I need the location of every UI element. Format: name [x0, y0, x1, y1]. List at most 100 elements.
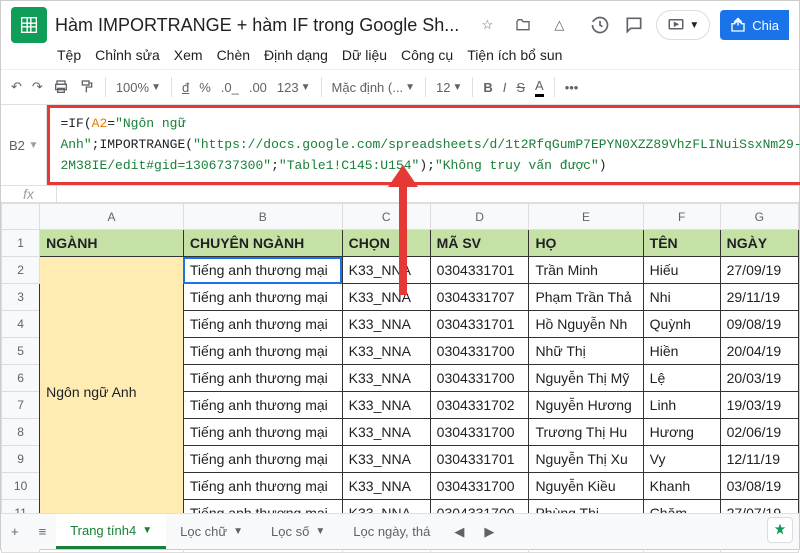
row-header-5[interactable]: 5 [2, 338, 40, 365]
menu-addons[interactable]: Tiện ích bổ sun [467, 47, 562, 63]
menu-edit[interactable]: Chỉnh sửa [95, 47, 160, 63]
cell[interactable]: 12/11/19 [720, 446, 798, 473]
cell-nganh-merged[interactable]: Ngôn ngữ Anh [40, 257, 184, 527]
cell[interactable]: Trương Thị Hu [529, 419, 643, 446]
cell[interactable]: K33_NNA [342, 311, 430, 338]
cell[interactable]: Quỳnh [643, 311, 720, 338]
menu-tools[interactable]: Công cụ [401, 47, 453, 63]
cell[interactable]: 0304331700 [430, 365, 529, 392]
col-header-E[interactable]: E [529, 204, 643, 230]
font-size-dropdown[interactable]: 12 ▼ [436, 80, 462, 95]
cell[interactable]: 0304331700 [430, 419, 529, 446]
explore-button[interactable] [767, 517, 793, 543]
row-header-3[interactable]: 3 [2, 284, 40, 311]
cell[interactable]: Tiếng anh thương mại [183, 419, 342, 446]
font-dropdown[interactable]: Mặc định (... ▼ [332, 80, 415, 95]
cell[interactable]: K33_NNA [342, 284, 430, 311]
scroll-left-icon[interactable]: ◀ [444, 514, 474, 549]
cell[interactable]: 0304331700 [430, 473, 529, 500]
menu-file[interactable]: Tệp [57, 47, 81, 63]
history-icon[interactable] [588, 13, 612, 37]
col-header-D[interactable]: D [430, 204, 529, 230]
cell[interactable]: 09/08/19 [720, 311, 798, 338]
percent-button[interactable]: % [199, 80, 211, 95]
cell[interactable]: Tiếng anh thương mại [183, 311, 342, 338]
cell[interactable]: K33_NNA [342, 446, 430, 473]
cell[interactable]: Tiếng anh thương mại [183, 392, 342, 419]
strike-button[interactable]: S [516, 80, 525, 95]
cell[interactable]: Nguyễn Kiều [529, 473, 643, 500]
bold-button[interactable]: B [483, 80, 492, 95]
cell[interactable]: 02/06/19 [720, 419, 798, 446]
cell[interactable]: Lệ [643, 365, 720, 392]
row-header-1[interactable]: 1 [2, 230, 40, 257]
cell[interactable]: 27/09/19 [720, 257, 798, 284]
sheet-tab-1[interactable]: Lọc chữ ▼ [166, 514, 257, 549]
row-header-2[interactable]: 2 [2, 257, 40, 284]
col-header-A[interactable]: A [40, 204, 184, 230]
cell[interactable]: Khanh [643, 473, 720, 500]
header-masv[interactable]: MÃ SV [430, 230, 529, 257]
cell[interactable]: 19/03/19 [720, 392, 798, 419]
header-chuyennganh[interactable]: CHUYÊN NGÀNH [183, 230, 342, 257]
cell[interactable]: Nguyễn Hương [529, 392, 643, 419]
doc-title[interactable]: Hàm IMPORTRANGE + hàm IF trong Google Sh… [55, 15, 459, 36]
cell[interactable]: Tiếng anh thương mại [183, 284, 342, 311]
undo-icon[interactable]: ↶ [11, 79, 22, 95]
row-header-7[interactable]: 7 [2, 392, 40, 419]
formula-bar[interactable]: =IF(A2="Ngôn ngữ Anh";IMPORTRANGE("https… [47, 105, 800, 185]
cell[interactable]: Linh [643, 392, 720, 419]
decrease-decimal-button[interactable]: .0_ [221, 80, 239, 95]
cell[interactable]: 0304331701 [430, 311, 529, 338]
menu-view[interactable]: Xem [174, 47, 203, 63]
row-header-4[interactable]: 4 [2, 311, 40, 338]
row-header-10[interactable]: 10 [2, 473, 40, 500]
menu-format[interactable]: Định dạng [264, 47, 328, 63]
cell[interactable]: K33_NNA [342, 338, 430, 365]
cell[interactable]: 20/03/19 [720, 365, 798, 392]
sheet-tab-2[interactable]: Lọc số ▼ [257, 514, 339, 549]
paint-format-icon[interactable] [79, 79, 95, 95]
comment-icon[interactable] [622, 13, 646, 37]
cell[interactable]: Hồ Nguyễn Nh [529, 311, 643, 338]
cell[interactable]: Hiếu [643, 257, 720, 284]
cell[interactable]: K33_NNA [342, 473, 430, 500]
spreadsheet-grid[interactable]: A B C D E F G 1 NGÀNH CHUYÊN NGÀNH CHỌN … [1, 203, 799, 553]
currency-button[interactable]: đ [182, 80, 189, 95]
corner-cell[interactable] [2, 204, 40, 230]
cell[interactable]: K33_NNA [342, 392, 430, 419]
present-button[interactable]: ▼ [656, 10, 710, 40]
scroll-right-icon[interactable]: ▶ [474, 514, 504, 549]
sheet-tab-active[interactable]: Trang tính4 ▼ [56, 514, 166, 549]
cell[interactable]: Tiếng anh thương mại [183, 446, 342, 473]
cell[interactable]: 20/04/19 [720, 338, 798, 365]
cell[interactable]: K33_NNA [342, 365, 430, 392]
cell[interactable]: 0304331702 [430, 392, 529, 419]
print-icon[interactable] [53, 79, 69, 95]
cell[interactable]: K33_NNA [342, 257, 430, 284]
row-header-6[interactable]: 6 [2, 365, 40, 392]
header-chon[interactable]: CHỌN [342, 230, 430, 257]
header-ten[interactable]: TÊN [643, 230, 720, 257]
header-ho[interactable]: HỌ [529, 230, 643, 257]
row-header-9[interactable]: 9 [2, 446, 40, 473]
cell[interactable]: Vy [643, 446, 720, 473]
add-sheet-button[interactable]: + [1, 514, 29, 549]
cell[interactable]: 0304331700 [430, 338, 529, 365]
star-icon[interactable]: ☆ [475, 13, 499, 37]
number-format-dropdown[interactable]: 123▼ [277, 80, 311, 95]
cell[interactable]: 29/11/19 [720, 284, 798, 311]
cell[interactable]: Nhi [643, 284, 720, 311]
col-header-G[interactable]: G [720, 204, 798, 230]
name-box[interactable]: B2 ▼ [1, 105, 47, 185]
cell[interactable]: Trần Minh [529, 257, 643, 284]
cell[interactable]: 0304331701 [430, 446, 529, 473]
all-sheets-button[interactable]: ≡ [29, 514, 57, 549]
menu-insert[interactable]: Chèn [217, 47, 250, 63]
share-button[interactable]: Chia [720, 10, 789, 40]
header-nganh[interactable]: NGÀNH [40, 230, 184, 257]
cell[interactable]: Tiếng anh thương mại [183, 338, 342, 365]
redo-icon[interactable]: ↷ [32, 79, 43, 95]
cell[interactable]: Tiếng anh thương mại [183, 473, 342, 500]
zoom-dropdown[interactable]: 100% ▼ [116, 80, 161, 95]
